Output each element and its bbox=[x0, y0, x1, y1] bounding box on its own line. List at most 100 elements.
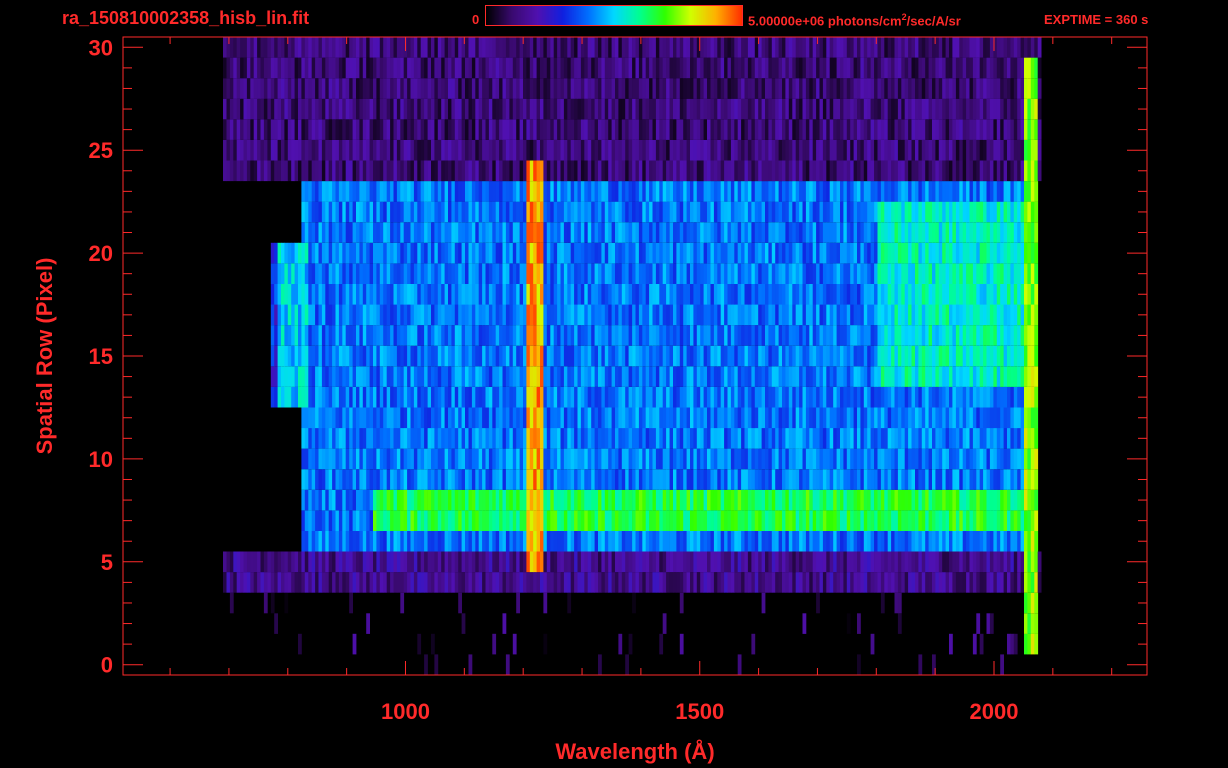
heatmap-cell bbox=[512, 325, 517, 346]
heatmap-cell bbox=[591, 551, 595, 573]
heatmap-cell bbox=[860, 510, 865, 531]
heatmap-cell bbox=[645, 160, 650, 182]
heatmap-cell bbox=[840, 386, 844, 408]
heatmap-cell bbox=[955, 181, 960, 202]
heatmap-cell bbox=[349, 263, 353, 284]
heatmap-cell bbox=[263, 551, 268, 573]
heatmap-cell bbox=[962, 551, 967, 573]
heatmap-cell bbox=[233, 160, 238, 182]
heatmap-cell bbox=[833, 551, 837, 573]
heatmap-cell bbox=[611, 242, 616, 264]
heatmap-cell bbox=[829, 489, 834, 511]
heatmap-cell bbox=[321, 428, 326, 449]
heatmap-cell bbox=[424, 572, 428, 593]
heatmap-cell bbox=[816, 325, 820, 346]
heatmap-cell bbox=[850, 345, 854, 367]
heatmap-cell bbox=[499, 181, 503, 202]
heatmap-cell bbox=[972, 222, 977, 243]
heatmap-cell bbox=[502, 613, 507, 634]
heatmap-cell bbox=[417, 160, 422, 182]
heatmap-cell bbox=[403, 325, 408, 346]
heatmap-cell bbox=[966, 222, 970, 243]
heatmap-cell bbox=[679, 325, 684, 346]
heatmap-cell bbox=[853, 386, 858, 408]
heatmap-cell bbox=[690, 201, 694, 223]
heatmap-cell bbox=[458, 592, 462, 614]
heatmap-cell bbox=[1027, 345, 1032, 367]
heatmap-cell bbox=[904, 366, 909, 387]
heatmap-cell bbox=[860, 160, 865, 182]
heatmap-cell bbox=[396, 325, 401, 346]
heatmap-cell bbox=[833, 572, 837, 593]
heatmap-cell bbox=[703, 284, 708, 305]
heatmap-cell bbox=[308, 428, 313, 449]
heatmap-cell bbox=[458, 242, 462, 264]
heatmap-cell bbox=[509, 242, 514, 264]
heatmap-cell bbox=[805, 242, 810, 264]
heatmap-cell bbox=[403, 510, 408, 531]
heatmap-cell bbox=[829, 510, 834, 531]
heatmap-cell bbox=[713, 386, 718, 408]
heatmap-cell bbox=[836, 530, 841, 552]
heatmap-cell bbox=[424, 489, 428, 511]
heatmap-cell bbox=[816, 510, 820, 531]
heatmap-cell bbox=[1030, 325, 1035, 346]
heatmap-cell bbox=[829, 407, 834, 429]
heatmap-cell bbox=[301, 469, 306, 490]
heatmap-cell bbox=[989, 489, 994, 511]
heatmap-cell bbox=[359, 284, 364, 305]
heatmap-cell bbox=[349, 222, 353, 243]
heatmap-cell bbox=[444, 530, 449, 552]
heatmap-cell bbox=[523, 345, 527, 367]
heatmap-cell bbox=[618, 304, 623, 326]
heatmap-cell bbox=[986, 428, 991, 449]
heatmap-cell bbox=[788, 551, 793, 573]
heatmap-cell bbox=[966, 242, 970, 264]
heatmap-cell bbox=[315, 572, 319, 593]
heatmap-cell bbox=[717, 407, 722, 429]
heatmap-cell bbox=[502, 530, 507, 552]
heatmap-cell bbox=[560, 181, 565, 202]
heatmap-cell bbox=[523, 469, 527, 490]
heatmap-cell bbox=[758, 489, 762, 511]
heatmap-cell bbox=[809, 386, 814, 408]
heatmap-cell bbox=[915, 242, 919, 264]
heatmap-cell bbox=[679, 139, 684, 161]
heatmap-cell bbox=[611, 139, 616, 161]
heatmap-cell bbox=[335, 489, 340, 511]
heatmap-cell bbox=[492, 345, 497, 367]
heatmap-cell bbox=[448, 448, 452, 470]
heatmap-cell bbox=[840, 242, 844, 264]
heatmap-cell bbox=[529, 284, 534, 305]
heatmap-cell bbox=[383, 530, 387, 552]
heatmap-cell bbox=[407, 530, 411, 552]
heatmap-cell bbox=[843, 242, 848, 264]
heatmap-cell bbox=[901, 284, 906, 305]
heatmap-cell bbox=[782, 304, 786, 326]
heatmap-cell bbox=[390, 284, 394, 305]
heatmap-cell bbox=[669, 160, 674, 182]
heatmap-cell bbox=[502, 181, 507, 202]
heatmap-cell bbox=[362, 386, 367, 408]
heatmap-cell bbox=[540, 572, 544, 593]
heatmap-cell bbox=[413, 386, 418, 408]
heatmap-cell bbox=[897, 304, 902, 326]
heatmap-cell bbox=[1013, 366, 1018, 387]
heatmap-cell bbox=[986, 160, 991, 182]
heatmap-cell bbox=[809, 181, 814, 202]
heatmap-cell bbox=[495, 551, 500, 573]
heatmap-cell bbox=[690, 139, 694, 161]
heatmap-cell bbox=[822, 181, 827, 202]
heatmap-cell bbox=[778, 139, 783, 161]
heatmap-cell bbox=[635, 222, 640, 243]
heatmap-cell bbox=[765, 242, 769, 264]
heatmap-cell bbox=[243, 572, 248, 593]
heatmap-cell bbox=[989, 386, 994, 408]
heatmap-cell bbox=[526, 489, 531, 511]
heatmap-cell bbox=[805, 181, 810, 202]
heatmap-cell bbox=[345, 284, 350, 305]
heatmap-cell bbox=[952, 551, 957, 573]
heatmap-cell bbox=[915, 386, 919, 408]
heatmap-cell bbox=[887, 530, 892, 552]
heatmap-cell bbox=[335, 530, 340, 552]
